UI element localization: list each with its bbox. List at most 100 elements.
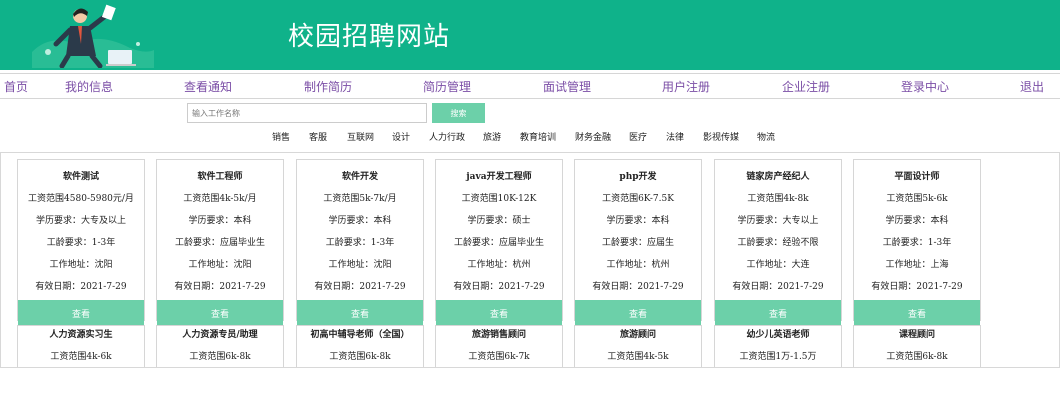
- job-location: 工作地址：上海: [885, 260, 949, 270]
- job-experience: 工龄要求：应届毕业生: [174, 238, 265, 248]
- job-salary: 工资范围6k-8k: [189, 352, 251, 362]
- job-location: 工作地址：沈阳: [188, 260, 252, 270]
- job-title: 链家房产经纪人: [746, 172, 810, 182]
- job-title: 旅游销售顾问: [471, 330, 526, 340]
- job-education: 学历要求：大专及以上: [35, 216, 126, 226]
- job-location: 工作地址：大连: [746, 260, 810, 270]
- category-link[interactable]: 客服: [309, 130, 327, 143]
- job-search-input[interactable]: [187, 103, 427, 123]
- job-card: 幼少儿英语老师 工资范围1万-1.5万: [714, 325, 842, 367]
- job-card: 人力资源实习生 工资范围4k-6k: [17, 325, 145, 367]
- job-title: 软件工程师: [197, 172, 243, 182]
- job-location: 工作地址：沈阳: [328, 260, 392, 270]
- nav-home[interactable]: 首页: [4, 78, 28, 95]
- job-title: 旅游顾问: [619, 330, 656, 340]
- view-job-button[interactable]: 查看: [854, 300, 980, 327]
- nav-interview-management[interactable]: 面试管理: [543, 78, 591, 95]
- job-valid-date: 有效日期：2021-7-29: [453, 282, 545, 292]
- nav-company-register[interactable]: 企业注册: [782, 78, 830, 95]
- job-education: 学历要求：大专以上: [737, 216, 819, 226]
- job-card: 课程顾问 工资范围6k-8k: [853, 325, 981, 367]
- site-title: 校园招聘网站: [288, 22, 451, 52]
- nav-login-center[interactable]: 登录中心: [901, 78, 949, 95]
- job-salary: 工资范围4k-5k/月: [183, 194, 257, 204]
- job-experience: 工龄要求：1-3年: [46, 238, 116, 248]
- category-link[interactable]: 设计: [392, 130, 410, 143]
- job-salary: 工资范围6k-8k: [329, 352, 391, 362]
- job-valid-date: 有效日期：2021-7-29: [732, 282, 824, 292]
- category-link[interactable]: 法律: [666, 130, 684, 143]
- job-salary: 工资范围6K-7.5K: [602, 194, 674, 204]
- job-card: 旅游顾问 工资范围4k-5k: [574, 325, 702, 367]
- job-card: 链家房产经纪人 工资范围4k-8k 学历要求：大专以上 工龄要求：经验不限 工作…: [714, 159, 842, 327]
- job-salary: 工资范围4k-5k: [607, 352, 669, 362]
- view-job-button[interactable]: 查看: [157, 300, 283, 327]
- job-salary: 工资范围5k-7k/月: [323, 194, 397, 204]
- job-valid-date: 有效日期：2021-7-29: [174, 282, 266, 292]
- job-card: 软件开发 工资范围5k-7k/月 学历要求：本科 工龄要求：1-3年 工作地址：…: [296, 159, 424, 327]
- category-link[interactable]: 销售: [272, 130, 290, 143]
- search-button[interactable]: 搜索: [432, 103, 485, 123]
- job-location: 工作地址：杭州: [467, 260, 531, 270]
- job-title: 人力资源实习生: [49, 330, 113, 340]
- category-link[interactable]: 互联网: [347, 130, 374, 143]
- job-list-panel: 软件测试 工资范围4580-5980元/月 学历要求：大专及以上 工龄要求：1-…: [0, 152, 1060, 368]
- job-location: 工作地址：沈阳: [49, 260, 113, 270]
- nav-make-resume[interactable]: 制作简历: [304, 78, 352, 95]
- job-valid-date: 有效日期：2021-7-29: [871, 282, 963, 292]
- job-experience: 工龄要求：应届生: [601, 238, 674, 248]
- person-with-laptop-illustration-icon: [32, 4, 154, 68]
- job-salary: 工资范围6k-8k: [886, 352, 948, 362]
- job-title: 课程顾问: [898, 330, 935, 340]
- job-salary: 工资范围6k-7k: [468, 352, 530, 362]
- job-education: 学历要求：本科: [885, 216, 949, 226]
- view-job-button[interactable]: 查看: [297, 300, 423, 327]
- job-valid-date: 有效日期：2021-7-29: [35, 282, 127, 292]
- job-valid-date: 有效日期：2021-7-29: [592, 282, 684, 292]
- job-title: 幼少儿英语老师: [746, 330, 810, 340]
- job-salary: 工资范围4k-6k: [50, 352, 112, 362]
- job-education: 学历要求：本科: [188, 216, 252, 226]
- category-link[interactable]: 医疗: [629, 130, 647, 143]
- job-salary: 工资范围4k-8k: [747, 194, 809, 204]
- category-link[interactable]: 教育培训: [520, 130, 556, 143]
- job-card: 人力资源专员/助理 工资范围6k-8k: [156, 325, 284, 367]
- job-card: 旅游销售顾问 工资范围6k-7k: [435, 325, 563, 367]
- job-salary: 工资范围1万-1.5万: [739, 352, 817, 362]
- job-title: java开发工程师: [466, 172, 532, 182]
- category-link[interactable]: 物流: [757, 130, 775, 143]
- job-experience: 工龄要求：1-3年: [882, 238, 952, 248]
- job-salary: 工资范围4580-5980元/月: [28, 194, 134, 204]
- job-education: 学历要求：本科: [606, 216, 670, 226]
- job-card: 平面设计师 工资范围5k-6k 学历要求：本科 工龄要求：1-3年 工作地址：上…: [853, 159, 981, 327]
- main-nav: 首页 我的信息 查看通知 制作简历 简历管理 面试管理 用户注册 企业注册 登录…: [0, 73, 1060, 99]
- category-link[interactable]: 人力行政: [429, 130, 465, 143]
- job-experience: 工龄要求：应届毕业生: [453, 238, 544, 248]
- job-title: 人力资源专员/助理: [182, 330, 258, 340]
- category-link[interactable]: 影视传媒: [703, 130, 739, 143]
- category-link[interactable]: 财务金融: [575, 130, 611, 143]
- job-card: 软件测试 工资范围4580-5980元/月 学历要求：大专及以上 工龄要求：1-…: [17, 159, 145, 327]
- job-education: 学历要求：硕士: [467, 216, 531, 226]
- job-card: 软件工程师 工资范围4k-5k/月 学历要求：本科 工龄要求：应届毕业生 工作地…: [156, 159, 284, 327]
- nav-notices[interactable]: 查看通知: [184, 78, 232, 95]
- job-card: php开发 工资范围6K-7.5K 学历要求：本科 工龄要求：应届生 工作地址：…: [574, 159, 702, 327]
- nav-resume-management[interactable]: 简历管理: [423, 78, 471, 95]
- nav-logout[interactable]: 退出: [1020, 78, 1044, 95]
- view-job-button[interactable]: 查看: [436, 300, 562, 327]
- view-job-button[interactable]: 查看: [575, 300, 701, 327]
- job-title: 初高中辅导老师（全国）: [310, 330, 410, 340]
- job-salary: 工资范围5k-6k: [886, 194, 948, 204]
- job-title: 平面设计师: [894, 172, 940, 182]
- nav-my-info[interactable]: 我的信息: [65, 78, 113, 95]
- nav-user-register[interactable]: 用户注册: [662, 78, 710, 95]
- view-job-button[interactable]: 查看: [18, 300, 144, 327]
- job-location: 工作地址：杭州: [606, 260, 670, 270]
- job-title: 软件开发: [341, 172, 378, 182]
- category-link[interactable]: 旅游: [483, 130, 501, 143]
- view-job-button[interactable]: 查看: [715, 300, 841, 327]
- job-title: 软件测试: [62, 172, 99, 182]
- site-header: 校园招聘网站: [0, 0, 1060, 70]
- job-salary: 工资范围10K-12K: [461, 194, 537, 204]
- job-card: java开发工程师 工资范围10K-12K 学历要求：硕士 工龄要求：应届毕业生…: [435, 159, 563, 327]
